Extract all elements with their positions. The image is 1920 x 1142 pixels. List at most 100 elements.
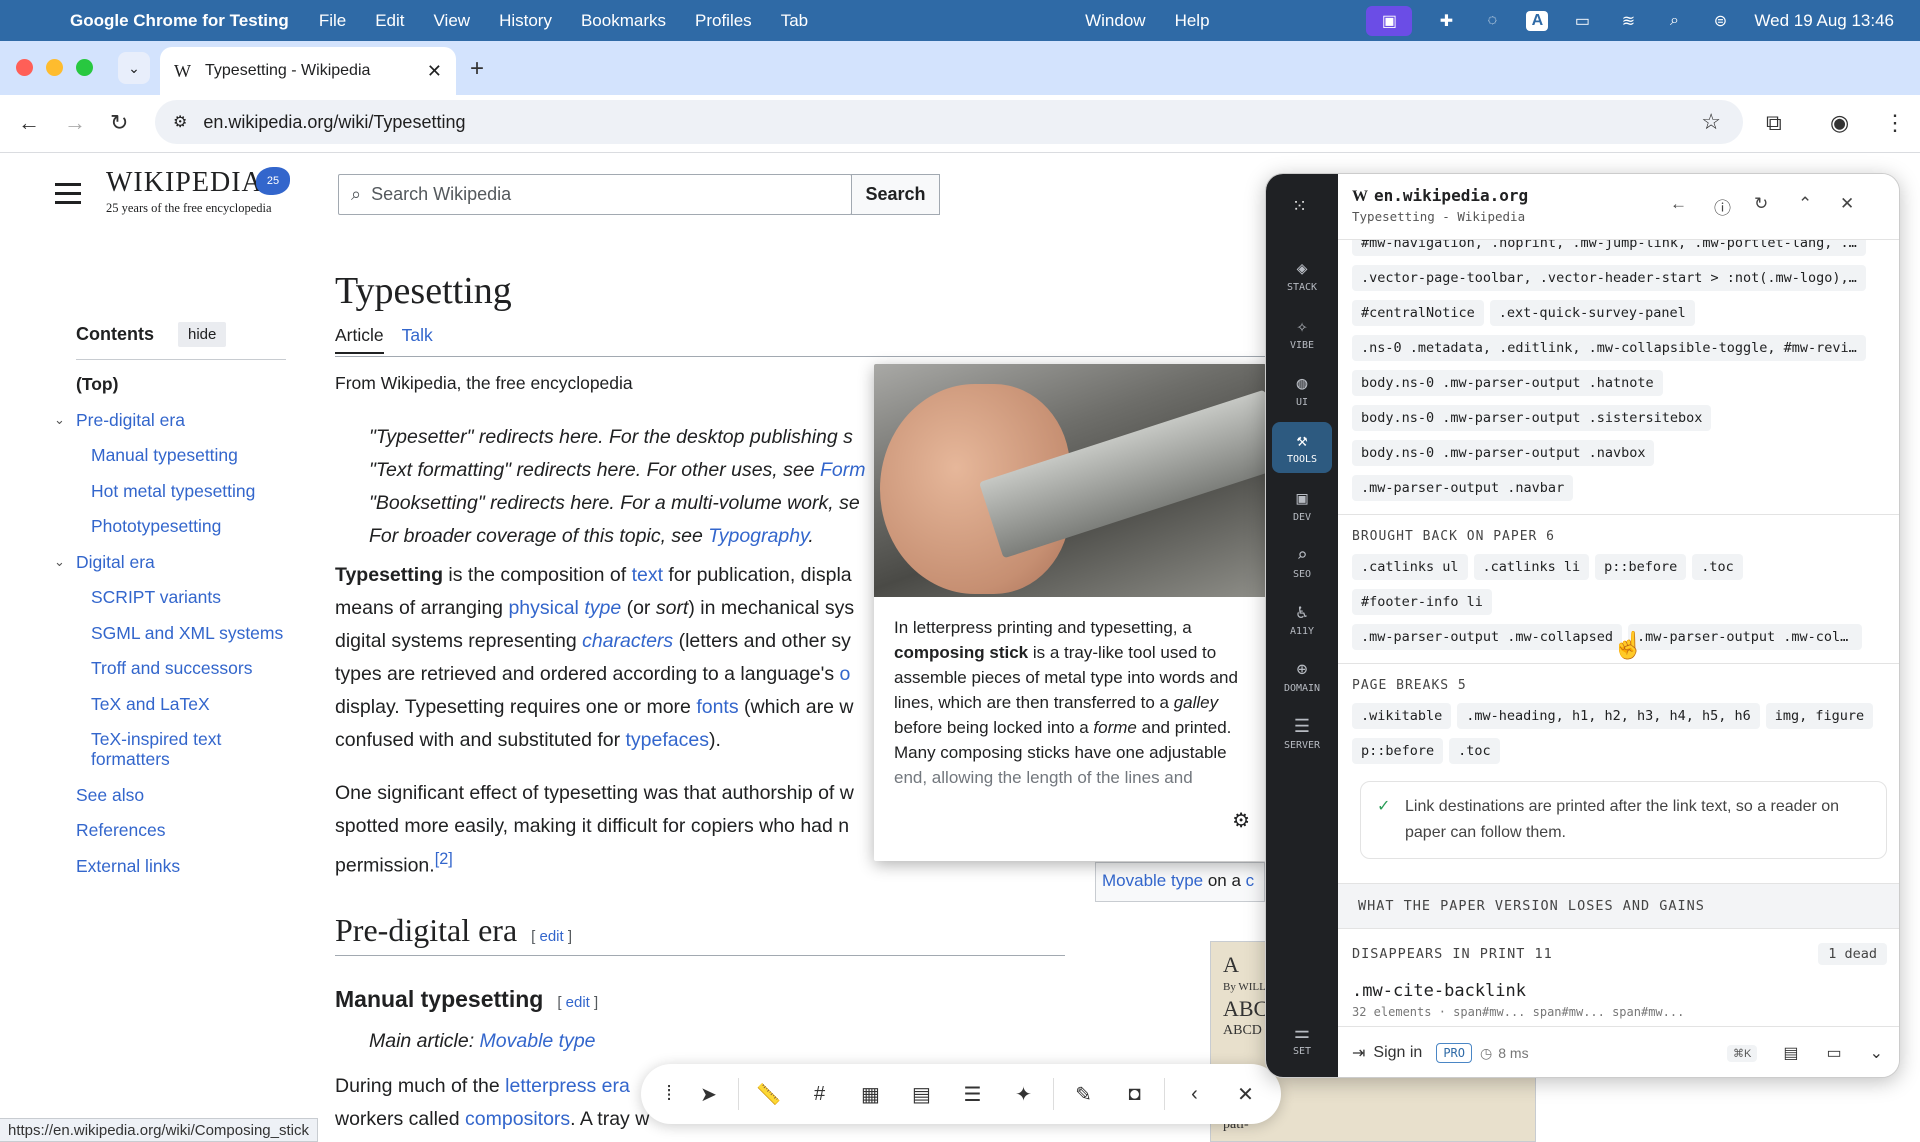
citation-link[interactable]: [2]	[435, 850, 453, 868]
close-toolbar-icon[interactable]: ✕	[1220, 1082, 1271, 1107]
typefaces-link[interactable]: typefaces	[626, 729, 709, 751]
selector-chip[interactable]: #centralNotice	[1352, 300, 1484, 326]
menu-history[interactable]: History	[499, 11, 552, 31]
menu-bookmarks[interactable]: Bookmarks	[581, 11, 666, 31]
site-info-icon[interactable]: ⚙	[173, 112, 187, 132]
selector-chip[interactable]: .catlinks ul	[1352, 554, 1468, 580]
more-menu-icon[interactable]: ⋮	[1884, 110, 1906, 136]
ruler-icon[interactable]: 📏	[743, 1082, 794, 1107]
selector-chip[interactable]: .mw-parser-output .navbar	[1352, 475, 1574, 501]
screen-icon[interactable]: ▭	[1826, 1043, 1841, 1063]
selector-chip[interactable]: body.ns-0 .mw-parser-output .hatnote	[1352, 370, 1663, 396]
dnd-icon[interactable]: ◌	[1480, 11, 1504, 31]
selector-chip[interactable]: .toc	[1692, 554, 1743, 580]
main-menu-icon[interactable]	[55, 183, 81, 210]
menu-profiles[interactable]: Profiles	[695, 11, 752, 31]
toc-item[interactable]: References	[76, 820, 286, 840]
orthography-link[interactable]: o	[840, 663, 851, 685]
nav-server[interactable]: ☰ SERVER	[1272, 716, 1332, 751]
sign-in-icon[interactable]: ⇥	[1352, 1043, 1365, 1063]
nav-stack[interactable]: ◈ STACK	[1272, 258, 1332, 293]
url-text[interactable]: en.wikipedia.org/wiki/Typesetting	[203, 112, 465, 133]
selector-chip[interactable]: p::before	[1352, 738, 1444, 764]
sign-in-button[interactable]: Sign in	[1373, 1044, 1422, 1062]
toc-item[interactable]: ⌄ Digital era	[54, 552, 286, 572]
select-pointer-icon[interactable]: ➤	[683, 1082, 734, 1107]
bookmark-star-icon[interactable]: ☆	[1701, 109, 1721, 135]
toc-item[interactable]: ⌄ Pre-digital era	[54, 410, 286, 430]
table-icon[interactable]: ▤	[896, 1082, 947, 1107]
collapse-chevron-icon[interactable]: ‹	[1169, 1083, 1220, 1106]
menu-edit[interactable]: Edit	[375, 11, 404, 31]
tab-talk[interactable]: Talk	[402, 325, 433, 352]
grid-hash-icon[interactable]: #	[794, 1083, 845, 1106]
chevron-down-icon[interactable]: ⌄	[54, 552, 65, 572]
toc-hide-button[interactable]: hide	[178, 322, 227, 347]
selector-chip[interactable]: .vector-page-toolbar, .vector-header-sta…	[1352, 265, 1866, 291]
selector-chip[interactable]: .ns-0 .metadata, .editlink, .mw-collapsi…	[1352, 335, 1866, 361]
search-input[interactable]: ⌕ Search Wikipedia	[338, 174, 852, 215]
typography-link[interactable]: Typography	[708, 525, 808, 547]
address-bar[interactable]: ⚙ en.wikipedia.org/wiki/Typesetting ☆	[155, 100, 1743, 144]
search-icon[interactable]: ⌕	[1662, 11, 1686, 31]
pro-badge[interactable]: PRO	[1436, 1043, 1473, 1063]
tab-typesetting[interactable]: W Typesetting - Wikipedia ✕	[160, 47, 456, 95]
toc-item[interactable]: SCRIPT variants	[76, 587, 286, 607]
extensions-puzzle-icon[interactable]: ⧉	[1766, 110, 1782, 136]
toc-item[interactable]: TeX and LaTeX	[76, 694, 286, 714]
compositors-link[interactable]: compositors	[465, 1108, 570, 1130]
selector-chip[interactable]: .ext-quick-survey-panel	[1489, 300, 1695, 326]
chevron-down-icon[interactable]: ⌄	[54, 410, 65, 430]
edit-link[interactable]: edit	[539, 928, 563, 945]
selector-chip[interactable]: body.ns-0 .mw-parser-output .sistersiteb…	[1352, 405, 1712, 431]
toc-item[interactable]: Manual typesetting	[76, 445, 286, 465]
selector-chip[interactable]: #footer-info li	[1352, 589, 1492, 615]
info-icon[interactable]: ⓘ	[1714, 194, 1731, 219]
toc-item[interactable]: TeX-inspired text formatters	[76, 729, 286, 769]
toc-item[interactable]: See also	[76, 785, 286, 805]
hatnote-link[interactable]: Form	[820, 459, 866, 481]
back-arrow-icon[interactable]: ←	[18, 110, 40, 136]
screen-share-icon[interactable]: ▣	[1366, 5, 1413, 36]
tab-search-chevron-icon[interactable]: ⌄	[118, 52, 150, 84]
control-center-icon[interactable]: ⊜	[1708, 11, 1732, 31]
selector-chip[interactable]: .catlinks li	[1473, 554, 1590, 580]
menu-view[interactable]: View	[434, 11, 471, 31]
toc-item[interactable]: SGML and XML systems	[76, 623, 286, 643]
backlink-selector[interactable]: .mw-cite-backlink	[1338, 965, 1899, 1001]
type-link[interactable]: type	[584, 597, 621, 619]
nav-tools[interactable]: ⚒ TOOLS	[1272, 422, 1332, 473]
toc-item[interactable]: Phototypesetting	[76, 516, 286, 536]
toc-item[interactable]: External links	[76, 856, 286, 876]
selector-chip[interactable]: .mw-parser-output .mw-collapsed	[1352, 624, 1622, 650]
selector-chip[interactable]: #mw-navigation, .noprint, .mw-jump-link,…	[1352, 240, 1866, 256]
app-menu[interactable]: Google Chrome for Testing	[70, 11, 289, 31]
clock[interactable]: Wed 19 Aug 13:46	[1754, 11, 1894, 31]
drag-handle-icon[interactable]: ⁞	[655, 1083, 683, 1106]
forward-arrow-icon[interactable]: →	[64, 110, 86, 136]
plus-box-icon[interactable]: ✚	[1434, 11, 1458, 31]
toc-item[interactable]: Troff and successors	[76, 658, 286, 678]
selector-chip[interactable]: img, figure	[1765, 703, 1874, 729]
selector-chip[interactable]: p::before	[1595, 554, 1687, 580]
toc-item[interactable]: Hot metal typesetting	[76, 481, 286, 501]
menu-help[interactable]: Help	[1175, 11, 1210, 31]
chevron-down-icon[interactable]: ⌄	[1870, 1043, 1883, 1063]
minimize-window-button[interactable]	[46, 59, 63, 76]
reload-icon[interactable]: ↻	[110, 110, 128, 136]
menu-file[interactable]: File	[319, 11, 346, 31]
sparkle-icon[interactable]: ✦	[998, 1082, 1049, 1107]
movable-type-link[interactable]: Movable type	[480, 1030, 596, 1052]
menu-window[interactable]: Window	[1085, 11, 1145, 31]
nav-ui[interactable]: ◍ UI	[1272, 373, 1332, 408]
ordered-list-icon[interactable]: ☰	[947, 1082, 998, 1107]
edit-link[interactable]: edit	[566, 994, 590, 1011]
page-preview-popup[interactable]: In letterpress printing and typesetting,…	[874, 364, 1266, 861]
close-window-button[interactable]	[16, 59, 33, 76]
menu-tab[interactable]: Tab	[781, 11, 808, 31]
wifi-icon[interactable]: ≋	[1616, 11, 1640, 31]
tab-article[interactable]: Article	[335, 325, 384, 354]
caption-link[interactable]: c	[1246, 871, 1255, 890]
selector-chip[interactable]: .mw-heading, h1, h2, h3, h4, h5, h6	[1457, 703, 1760, 729]
fonts-link[interactable]: fonts	[696, 696, 738, 718]
